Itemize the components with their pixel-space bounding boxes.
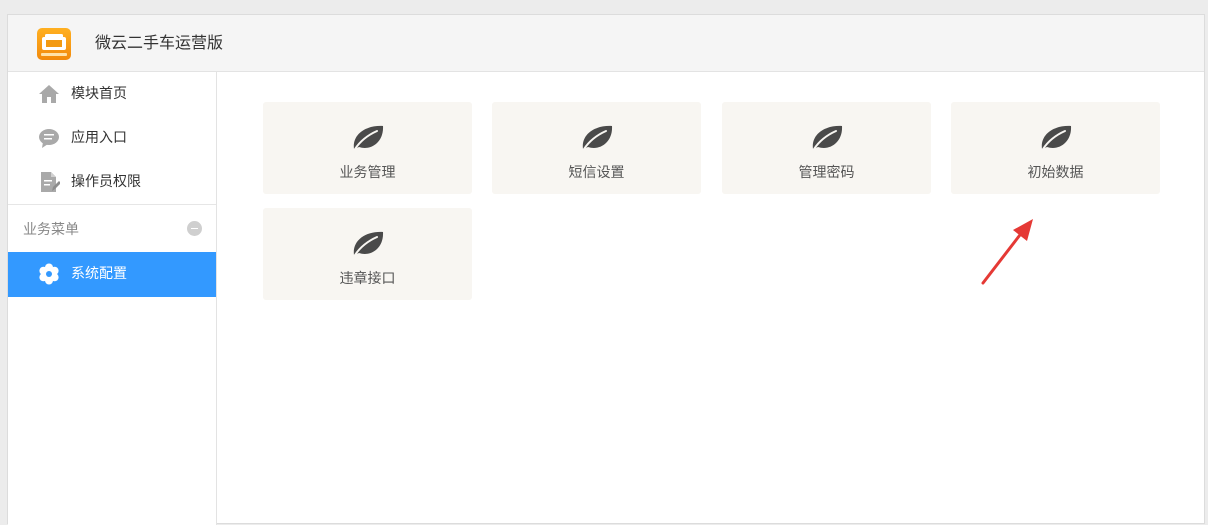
tile-admin-password[interactable]: 管理密码 (722, 102, 931, 194)
sidebar-item-app-entry[interactable]: 应用入口 (8, 116, 216, 160)
home-icon (38, 83, 60, 105)
tile-violation-api[interactable]: 违章接口 (263, 208, 472, 300)
leaf-icon (580, 123, 614, 151)
chat-bubble-icon (38, 127, 60, 149)
leaf-icon (351, 123, 385, 151)
sidebar-item-module-home[interactable]: 模块首页 (8, 72, 216, 116)
tile-initial-data[interactable]: 初始数据 (951, 102, 1160, 194)
tile-label: 短信设置 (568, 165, 625, 181)
sidebar-item-label: 应用入口 (71, 130, 127, 146)
top-header: 微云二手车运营版 (8, 15, 1204, 72)
sidebar-item-label: 模块首页 (71, 86, 127, 102)
tile-label: 违章接口 (339, 271, 396, 287)
leaf-icon (810, 123, 844, 151)
tile-label: 初始数据 (1027, 165, 1084, 181)
sidebar-item-system-config[interactable]: 系统配置 (8, 252, 216, 297)
car-logo-icon[interactable] (37, 28, 71, 60)
annotation-arrow-icon (981, 219, 1033, 285)
sidebar-divider (8, 204, 216, 205)
section-label: 业务菜单 (23, 222, 79, 238)
leaf-icon (1039, 123, 1073, 151)
tile-business-management[interactable]: 业务管理 (263, 102, 472, 194)
sidebar-item-label: 操作员权限 (71, 174, 141, 190)
sidebar-item-label: 系统配置 (71, 266, 127, 282)
main-content: 业务管理 短信设置 管理密码 初始数据 违章接口 (217, 72, 1205, 525)
leaf-icon (351, 229, 385, 257)
minus-circle-icon[interactable] (187, 221, 202, 236)
tile-sms-settings[interactable]: 短信设置 (492, 102, 701, 194)
app-window: 微云二手车运营版 模块首页 应用入口 操作员权限 业务菜单 系统配置 业务管理 … (7, 14, 1205, 525)
gear-icon (38, 263, 60, 285)
tile-label: 业务管理 (339, 165, 396, 181)
sidebar-item-operator-permissions[interactable]: 操作员权限 (8, 160, 216, 204)
app-title: 微云二手车运营版 (95, 33, 224, 52)
sidebar: 模块首页 应用入口 操作员权限 业务菜单 系统配置 (8, 72, 217, 525)
tile-label: 管理密码 (798, 165, 855, 181)
document-edit-icon (38, 171, 61, 193)
sidebar-section-business-menu[interactable]: 业务菜单 (8, 206, 216, 252)
